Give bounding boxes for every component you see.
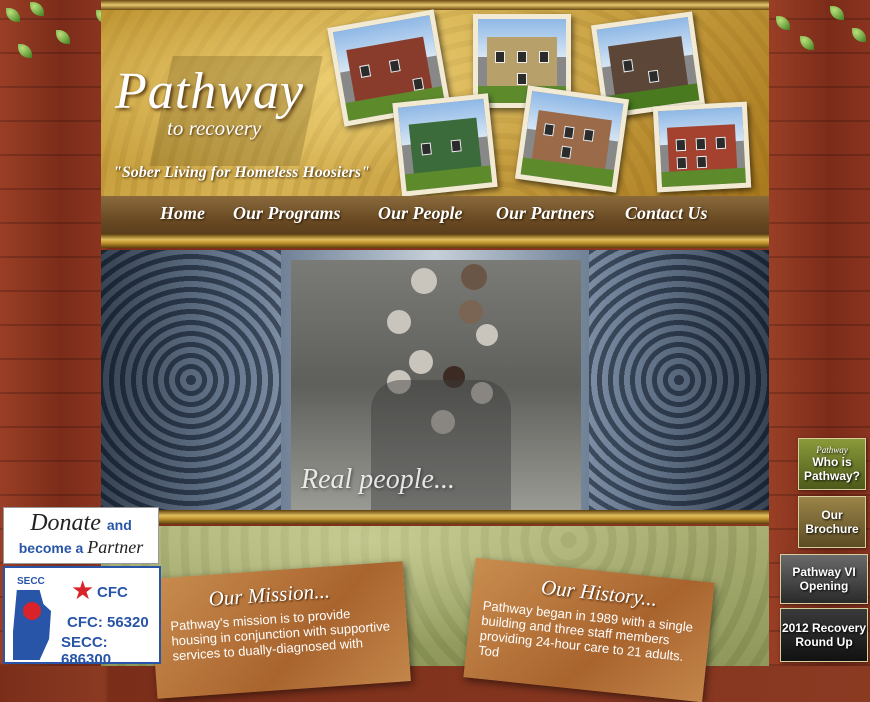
donate-partner-button[interactable]: Donate and become a Partner: [3, 507, 159, 564]
header-top-border: [101, 0, 769, 10]
nav-our-partners[interactable]: Our Partners: [496, 203, 595, 224]
secc-label: SECC: [17, 576, 45, 587]
content-area: Our Mission... Pathway's mission is to p…: [101, 526, 769, 702]
pathway-vi-opening-link[interactable]: Pathway VI Opening: [780, 554, 868, 604]
who-is-pathway-link[interactable]: Pathway Who is Pathway?: [798, 438, 866, 490]
swirl-ornament-right: [589, 250, 769, 510]
cfc-label: CFC: [97, 584, 128, 601]
history-panel: Our History... Pathway began in 1989 wit…: [463, 557, 715, 702]
nav-contact-us[interactable]: Contact Us: [625, 203, 708, 224]
donate-heading: Donate and: [4, 510, 158, 537]
side-link-header: Pathway: [816, 445, 848, 455]
side-link-label: Who is Pathway?: [803, 455, 860, 483]
logo-title[interactable]: Pathway: [115, 62, 304, 121]
heart-icon: [23, 602, 41, 620]
donate-become: become a: [18, 540, 84, 556]
house-photo: [392, 93, 498, 197]
logo-subtitle: to recovery: [167, 116, 262, 140]
nav-bottom-border: [101, 234, 769, 248]
nav-our-people[interactable]: Our People: [378, 203, 463, 224]
main-nav: Home Our Programs Our People Our Partner…: [101, 196, 769, 234]
hero-caption: Real people...: [301, 464, 455, 495]
side-link-label: 2012 Recovery Round Up: [781, 621, 867, 649]
star-icon: ★: [71, 576, 95, 605]
side-link-label: Pathway VI Opening: [792, 565, 856, 593]
donate-word: Donate: [30, 510, 101, 536]
page-container: Pathway to recovery "Sober Living for Ho…: [101, 0, 769, 702]
side-link-label: Our Brochure: [805, 508, 859, 536]
brochure-link[interactable]: Our Brochure: [798, 496, 866, 548]
apartment-photo: [514, 85, 630, 193]
recovery-round-up-link[interactable]: 2012 Recovery Round Up: [780, 608, 868, 662]
mission-text: Pathway's mission is to provide housing …: [169, 606, 391, 664]
mission-panel: Our Mission... Pathway's mission is to p…: [149, 561, 411, 699]
indiana-state-icon: [13, 590, 51, 660]
cfc-number: CFC: 56320: [67, 614, 149, 631]
site-header: Pathway to recovery "Sober Living for Ho…: [101, 0, 769, 197]
site-tagline: "Sober Living for Homeless Hoosiers": [113, 164, 370, 181]
nav-home[interactable]: Home: [160, 203, 205, 224]
apartment-photo: [652, 101, 752, 193]
donate-and: and: [106, 517, 132, 533]
campaign-codes-panel[interactable]: SECC ★ CFC CFC: 56320 SECC: 686300: [3, 566, 161, 668]
nav-our-programs[interactable]: Our Programs: [233, 203, 341, 224]
donate-subline: become a Partner: [4, 537, 158, 558]
swirl-ornament-left: [101, 250, 281, 510]
secc-number: SECC: 686300: [61, 634, 112, 668]
hero-banner: Real people...: [101, 250, 769, 510]
hero-bottom-border: [101, 510, 769, 524]
donate-partner-word: Partner: [87, 537, 144, 557]
